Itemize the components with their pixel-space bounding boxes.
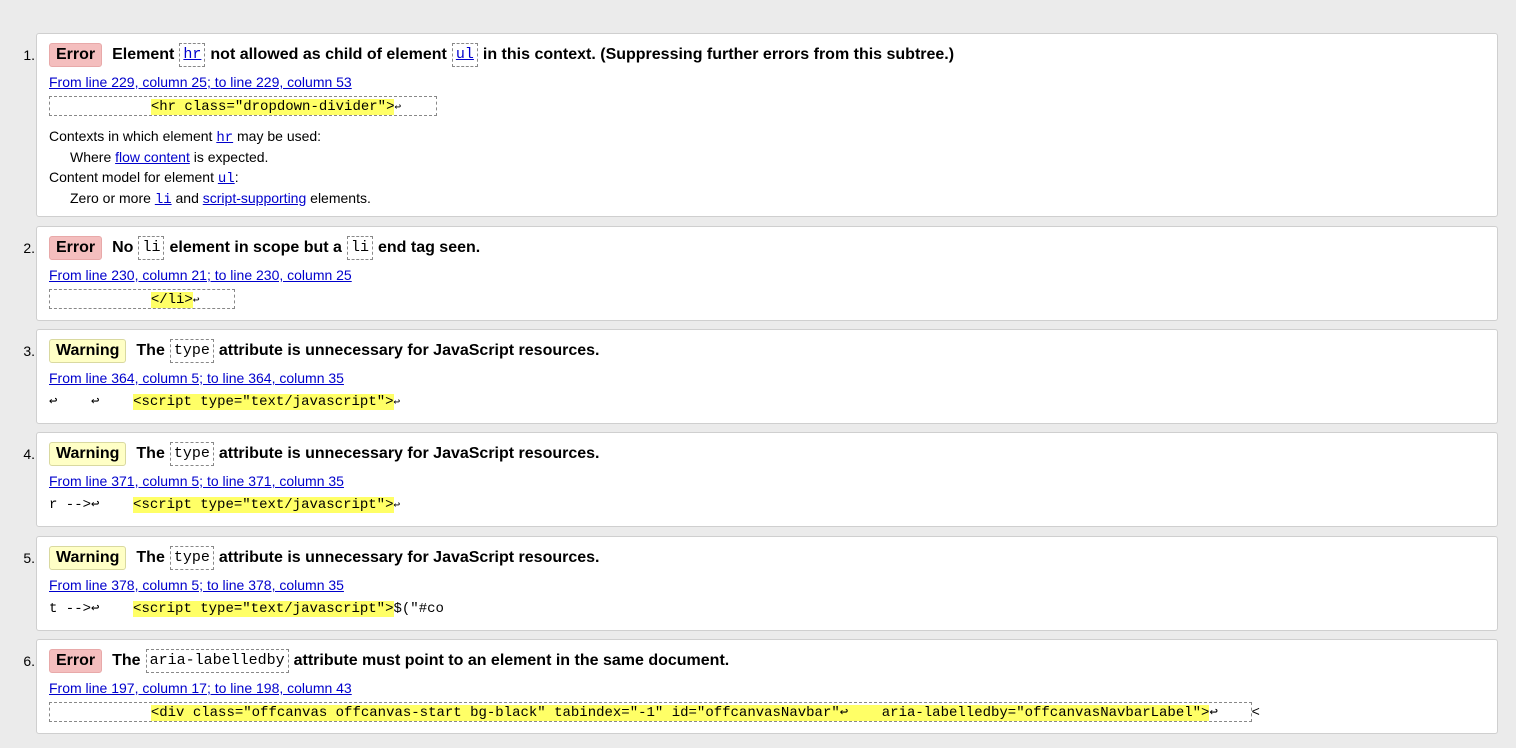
message-text: Error The aria-labelledby attribute must…	[49, 649, 729, 673]
warning-badge: Warning	[49, 339, 127, 363]
attribute-code: type	[169, 339, 214, 363]
flow-content-link[interactable]: flow content	[115, 149, 190, 165]
element-code: ul	[451, 43, 478, 67]
location-link[interactable]: From line 364, column 5; to line 364, co…	[49, 370, 344, 386]
highlighted-code: </li>	[150, 292, 193, 308]
message-number: 1.	[23, 47, 35, 63]
source-extract: ↩ ↩ <script type="text/javascript">↩	[49, 394, 401, 410]
highlighted-code: <script type="text/javascript">	[133, 601, 394, 617]
message-item-4: 4. Warning The type attribute is unneces…	[23, 432, 1498, 527]
attribute-code: type	[169, 546, 214, 570]
message-item-6: 6. Error The aria-labelledby attribute m…	[23, 639, 1498, 734]
validator-results: 1. Error Element hr not allowed as child…	[0, 0, 1516, 748]
source-extract: <div class="offcanvas offcanvas-start bg…	[49, 702, 1260, 722]
attribute-code: aria-labelledby	[145, 649, 289, 673]
message-item-1: 1. Error Element hr not allowed as child…	[23, 33, 1498, 217]
script-supporting-link[interactable]: script-supporting	[203, 190, 307, 206]
highlighted-code: <script type="text/javascript">	[133, 497, 394, 513]
highlighted-code: <div class="offcanvas offcanvas-start bg…	[150, 705, 1210, 721]
warning-badge: Warning	[49, 442, 127, 466]
element-link-ul[interactable]: ul	[456, 46, 474, 63]
attribute-code: type	[169, 442, 214, 466]
context-line: Zero or more li and script-supporting el…	[70, 190, 371, 208]
element-code: li	[346, 236, 373, 260]
element-link-hr[interactable]: hr	[183, 46, 201, 63]
element-link-li[interactable]: li	[155, 192, 172, 208]
location-link[interactable]: From line 230, column 21; to line 230, c…	[49, 267, 352, 283]
element-link-ul[interactable]: ul	[218, 171, 235, 187]
error-badge: Error	[49, 649, 103, 673]
context-line: Content model for element ul:	[49, 169, 239, 187]
message-text: Warning The type attribute is unnecessar…	[49, 546, 599, 570]
message-text: Error Element hr not allowed as child of…	[49, 43, 954, 67]
source-extract: <hr class="dropdown-divider">↩	[49, 96, 437, 116]
message-text: Warning The type attribute is unnecessar…	[49, 442, 599, 466]
message-number: 3.	[23, 343, 35, 359]
source-extract: </li>↩	[49, 289, 235, 309]
message-item-3: 3. Warning The type attribute is unneces…	[23, 329, 1498, 424]
element-code: li	[138, 236, 165, 260]
message-number: 2.	[23, 240, 35, 256]
warning-badge: Warning	[49, 546, 127, 570]
error-badge: Error	[49, 236, 103, 260]
message-item-2: 2. Error No li element in scope but a li…	[23, 226, 1498, 321]
message-number: 4.	[23, 446, 35, 462]
source-extract: r -->↩ <script type="text/javascript">↩	[49, 497, 401, 513]
source-extract: t -->↩ <script type="text/javascript">$(…	[49, 601, 444, 617]
message-number: 5.	[23, 550, 35, 566]
context-line: Contexts in which element hr may be used…	[49, 128, 322, 146]
message-text: Error No li element in scope but a li en…	[49, 236, 480, 260]
location-link[interactable]: From line 371, column 5; to line 371, co…	[49, 473, 344, 489]
location-link[interactable]: From line 378, column 5; to line 378, co…	[49, 577, 344, 593]
message-text: Warning The type attribute is unnecessar…	[49, 339, 599, 363]
element-link-hr[interactable]: hr	[216, 130, 233, 146]
location-link[interactable]: From line 197, column 17; to line 198, c…	[49, 680, 352, 696]
message-number: 6.	[23, 653, 35, 669]
message-item-5: 5. Warning The type attribute is unneces…	[23, 536, 1498, 631]
context-line: Where flow content is expected.	[70, 149, 269, 165]
location-link[interactable]: From line 229, column 25; to line 229, c…	[49, 74, 352, 90]
element-code: hr	[179, 43, 206, 67]
error-badge: Error	[49, 43, 103, 67]
highlighted-code: <script type="text/javascript">	[133, 394, 394, 410]
highlighted-code: <hr class="dropdown-divider">	[150, 99, 395, 115]
